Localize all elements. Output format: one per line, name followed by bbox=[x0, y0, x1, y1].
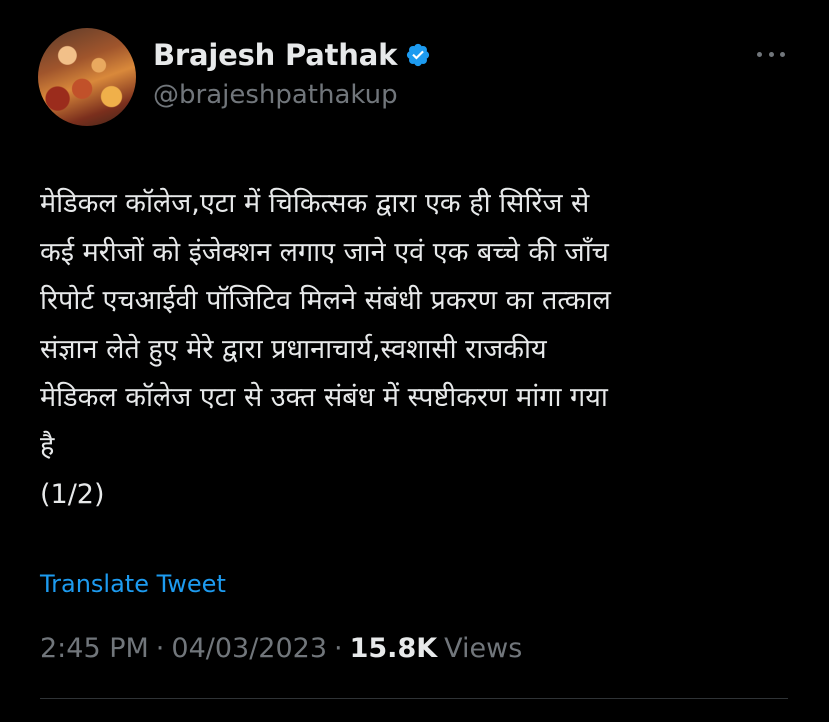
author-handle[interactable]: @brajeshpathakup bbox=[153, 80, 398, 110]
author-avatar[interactable] bbox=[38, 28, 136, 126]
verified-badge-icon bbox=[407, 43, 430, 67]
more-dot bbox=[768, 51, 774, 57]
tweet-card: Brajesh Pathak @brajeshpathakup मेडिकल क… bbox=[0, 0, 829, 722]
author-name-row: Brajesh Pathak bbox=[153, 38, 431, 72]
author-display-name[interactable]: Brajesh Pathak bbox=[153, 38, 397, 72]
more-options-icon[interactable] bbox=[753, 42, 789, 66]
tweet-time[interactable]: 2:45 PM bbox=[40, 633, 149, 664]
divider bbox=[40, 698, 788, 699]
tweet-metadata: 2:45 PM · 04/03/2023 · 15.8K Views bbox=[40, 633, 522, 664]
views-label: Views bbox=[444, 633, 523, 664]
meta-separator: · bbox=[155, 633, 165, 664]
more-dot bbox=[757, 51, 762, 57]
more-dot bbox=[780, 51, 785, 57]
translate-tweet-link[interactable]: Translate Tweet bbox=[40, 570, 226, 598]
meta-separator: · bbox=[334, 633, 343, 664]
views-count[interactable]: 15.8K bbox=[350, 633, 438, 664]
tweet-date[interactable]: 04/03/2023 bbox=[171, 633, 327, 664]
tweet-text: मेडिकल कॉलेज,एटा में चिकित्सक द्वारा एक … bbox=[40, 188, 611, 510]
